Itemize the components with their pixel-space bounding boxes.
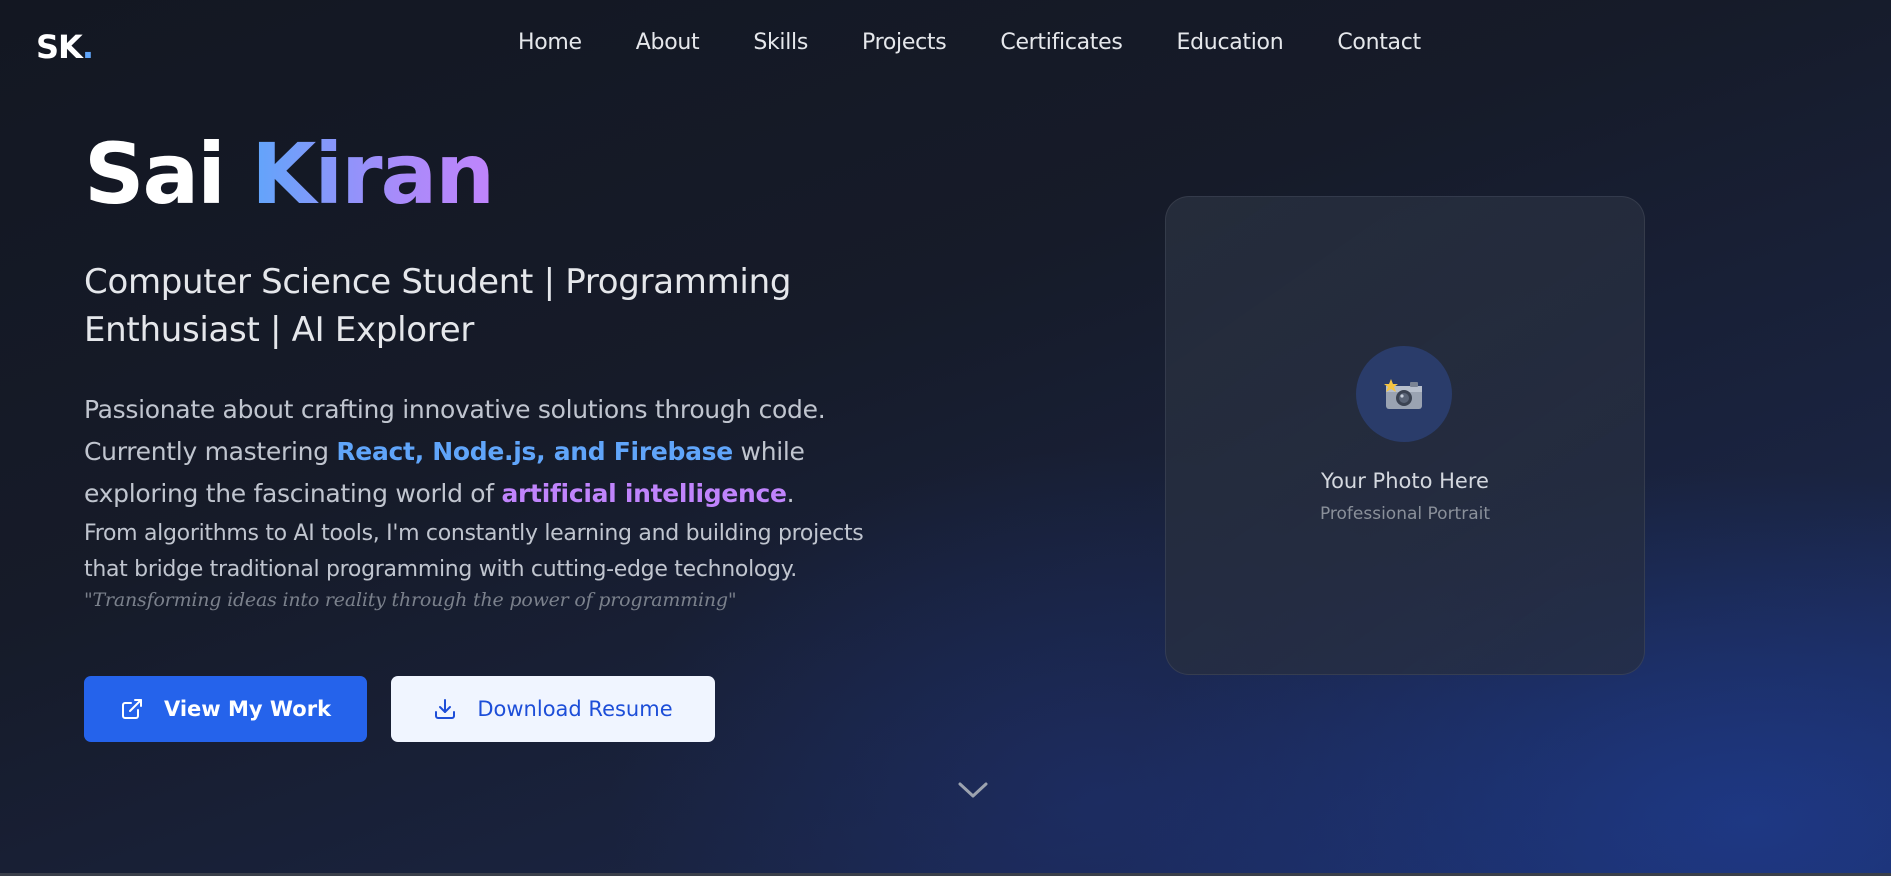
- hero-subtitle-line1: Computer Science Student | Programming: [84, 262, 792, 302]
- nav-skills-link[interactable]: Skills: [753, 30, 808, 55]
- external-link-icon: [121, 699, 142, 719]
- hero-subtitle: Computer Science Student | Programming E…: [84, 258, 804, 354]
- desc-highlight-tech: React, Node.js, and Firebase: [336, 437, 733, 466]
- photo-placeholder-title: Your Photo Here: [1321, 469, 1489, 493]
- hero-description-secondary: From algorithms to AI tools, I'm constan…: [84, 521, 864, 582]
- logo-text: SK: [36, 28, 83, 66]
- download-resume-label: Download Resume: [477, 697, 673, 721]
- hero-name: Sai Kiran: [84, 132, 495, 216]
- desc-text-3: .: [786, 479, 795, 508]
- nav-education-link[interactable]: Education: [1177, 30, 1284, 55]
- hero-subtitle-line2: Enthusiast | AI Explorer: [84, 310, 475, 350]
- view-my-work-button[interactable]: View My Work: [84, 676, 367, 742]
- download-icon: [435, 699, 456, 719]
- hero-first-name: Sai: [84, 125, 226, 223]
- nav-contact-link[interactable]: Contact: [1337, 30, 1421, 55]
- main-nav: Home About Skills Projects Certificates …: [518, 30, 1475, 55]
- nav-home-link[interactable]: Home: [518, 30, 582, 55]
- hero-description: Passionate about crafting innovative sol…: [84, 389, 884, 515]
- photo-placeholder-subtitle: Professional Portrait: [1319, 504, 1491, 524]
- hero-last-name: Kiran: [251, 125, 495, 223]
- view-my-work-label: View My Work: [163, 697, 332, 721]
- nav-projects-link[interactable]: Projects: [862, 30, 947, 55]
- nav-about-link[interactable]: About: [636, 30, 700, 55]
- desc-highlight-ai: artificial intelligence: [501, 479, 787, 508]
- download-resume-button[interactable]: Download Resume: [391, 676, 715, 742]
- logo-dot: .: [81, 28, 94, 66]
- nav-certificates-link[interactable]: Certificates: [1000, 30, 1122, 55]
- site-logo[interactable]: SK.: [36, 28, 94, 66]
- photo-placeholder-card: Your Photo Here Professional Portrait: [1165, 196, 1645, 675]
- camera-icon-circle: [1356, 346, 1452, 442]
- hero-quote: "Transforming ideas into reality through…: [84, 589, 737, 611]
- scroll-down-chevron-icon[interactable]: [957, 780, 989, 804]
- camera-icon: [1384, 379, 1422, 409]
